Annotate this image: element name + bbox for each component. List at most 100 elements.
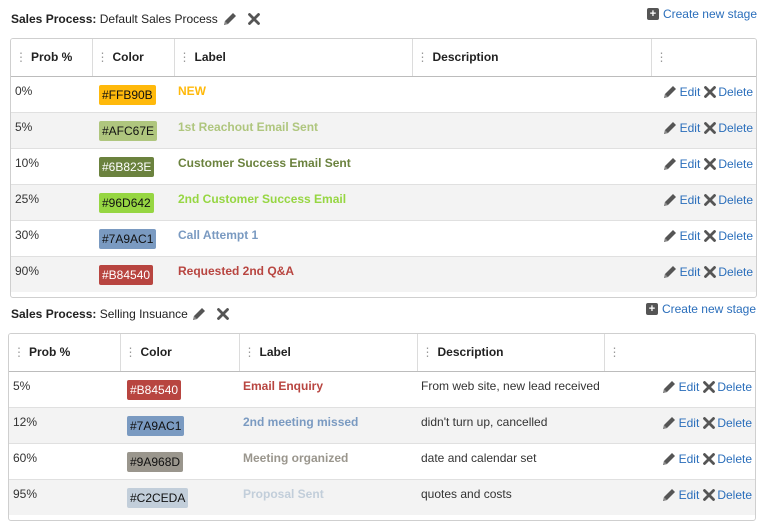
edit-stage-button[interactable]: Edit — [662, 84, 700, 100]
delete-stage-button[interactable]: Delete — [703, 488, 752, 502]
column-header-prob[interactable]: ⋮ Prob % — [9, 334, 121, 372]
edit-stage-button[interactable]: Edit — [661, 415, 700, 431]
delete-process-2-button[interactable] — [216, 308, 229, 320]
edit-stage-button[interactable]: Edit — [661, 487, 699, 503]
edit-label: Edit — [679, 120, 701, 135]
color-cell: #FFB90B — [92, 76, 174, 113]
delete-process-1-button[interactable] — [247, 13, 260, 25]
probability: 60% — [13, 450, 38, 465]
column-header-description[interactable]: ⋮ Description — [412, 39, 652, 77]
stage-row: 60% #9A968D Meeting organized date and cale… — [9, 443, 755, 480]
close-icon — [704, 85, 717, 98]
stage-row: 12% #7A9AC1 2nd meeting missed didn't turn … — [9, 407, 755, 444]
label-cell: 1st Reachout Email Sent — [174, 112, 412, 149]
edit-label: Edit — [678, 379, 700, 394]
column-header-prob[interactable]: ⋮ Prob % — [11, 39, 93, 77]
description-cell — [412, 76, 651, 113]
edit-label: Edit — [678, 451, 700, 466]
edit-stage-button[interactable]: Edit — [662, 264, 701, 280]
edit-stage-button[interactable]: Edit — [662, 120, 701, 136]
color-cell: #6B823E — [92, 148, 174, 185]
column-header-label[interactable]: ⋮ Label — [239, 334, 418, 372]
edit-label: Edit — [679, 264, 701, 279]
pencil-icon — [663, 229, 676, 242]
description-cell — [412, 184, 651, 221]
edit-label: Edit — [679, 228, 701, 243]
actions-cell: Edit Delete — [604, 479, 755, 515]
stage-label: Proposal Sent — [243, 486, 324, 501]
color-cell: #B84540 — [92, 256, 174, 292]
actions-cell: Edit Delete — [651, 184, 756, 221]
delete-stage-button[interactable]: Delete — [703, 452, 752, 466]
column-header-actions[interactable]: ⋮ — [651, 39, 756, 77]
header-row: ⋮ Prob % ⋮ Color ⋮ Label ⋮ Description ⋮ — [11, 39, 756, 77]
color-swatch: #B84540 — [127, 379, 182, 400]
stage-row: 25% #96D642 2nd Customer Success Email Edit… — [11, 184, 756, 221]
delete-stage-button[interactable]: Delete — [704, 229, 753, 243]
stage-row: 0% #FFB90B NEW Edit Delete — [11, 76, 756, 113]
process-1-title: Sales Process: Default Sales Process — [11, 12, 218, 26]
description-cell — [412, 112, 651, 149]
pencil-icon — [192, 308, 205, 320]
delete-stage-button[interactable]: Delete — [704, 265, 753, 279]
probability: 10% — [15, 155, 40, 170]
edit-stage-button[interactable]: Edit — [662, 156, 701, 172]
edit-label: Edit — [679, 156, 701, 171]
edit-stage-button[interactable]: Edit — [662, 228, 701, 244]
delete-stage-button[interactable]: Delete — [704, 193, 753, 207]
probability: 25% — [15, 191, 40, 206]
color-swatch: #C2CEDA — [127, 487, 189, 508]
prob-cell: 5% — [11, 112, 92, 149]
color-swatch: #6B823E — [99, 156, 155, 177]
color-cell: #7A9AC1 — [92, 220, 174, 257]
stages-grid-1: ⋮ Prob % ⋮ Color ⋮ Label ⋮ Description ⋮ 0% #… — [10, 38, 757, 298]
probability: 90% — [15, 263, 40, 278]
column-header-description[interactable]: ⋮ Description — [417, 334, 605, 372]
label-cell: Call Attempt 1 — [174, 220, 412, 257]
delete-stage-button[interactable]: Delete — [704, 157, 753, 171]
delete-label: Delete — [718, 84, 753, 99]
create-new-stage-link-2[interactable]: + Create new stage — [645, 302, 756, 316]
create-new-stage-label-2: Create new stage — [661, 302, 756, 316]
column-header-label[interactable]: ⋮ Label — [174, 39, 413, 77]
edit-process-2-button[interactable] — [191, 306, 207, 322]
process-2-name: Selling Insuance — [99, 307, 188, 321]
actions-cell: Edit Delete — [604, 443, 755, 480]
process-2-title-label: Sales Process: — [11, 307, 97, 321]
color-swatch: #AFC67E — [99, 120, 158, 141]
edit-process-1-button[interactable] — [222, 11, 238, 27]
create-new-stage-link-1[interactable]: + Create new stage — [646, 7, 757, 21]
actions-cell: Edit Delete — [651, 148, 756, 185]
close-icon — [704, 157, 717, 170]
stage-description: quotes and costs — [421, 486, 512, 501]
delete-stage-button[interactable]: Delete — [703, 416, 752, 430]
color-cell: #7A9AC1 — [120, 407, 239, 444]
description-cell — [412, 148, 651, 185]
close-icon — [704, 265, 717, 278]
probability: 5% — [15, 119, 33, 134]
edit-label: Edit — [678, 415, 700, 430]
color-swatch: #9A968D — [127, 451, 184, 472]
prob-cell: 12% — [9, 407, 120, 444]
column-header-color[interactable]: ⋮ Color — [120, 334, 240, 372]
column-header-actions[interactable]: ⋮ — [604, 334, 755, 372]
delete-stage-button[interactable]: Delete — [704, 85, 753, 99]
label-cell: Customer Success Email Sent — [174, 148, 412, 185]
delete-stage-button[interactable]: Delete — [704, 121, 753, 135]
color-cell: #9A968D — [120, 443, 239, 480]
stage-label: 1st Reachout Email Sent — [178, 119, 319, 134]
edit-stage-button[interactable]: Edit — [662, 192, 700, 208]
delete-stage-button[interactable]: Delete — [703, 380, 752, 394]
edit-stage-button[interactable]: Edit — [661, 451, 700, 467]
stage-description: didn't turn up, cancelled — [421, 414, 548, 429]
edit-stage-button[interactable]: Edit — [661, 379, 700, 395]
color-swatch: #7A9AC1 — [127, 415, 185, 436]
column-header-color[interactable]: ⋮ Color — [92, 39, 175, 77]
probability: 12% — [13, 414, 38, 429]
probability: 0% — [15, 83, 33, 98]
delete-label: Delete — [717, 379, 752, 394]
description-cell: quotes and costs — [417, 479, 604, 515]
stage-row: 5% #AFC67E 1st Reachout Email Sent Edit Dele… — [11, 112, 756, 149]
process-1-header: Sales Process: Default Sales Process — [11, 9, 260, 29]
process-2-title: Sales Process: Selling Insuance — [11, 307, 188, 321]
